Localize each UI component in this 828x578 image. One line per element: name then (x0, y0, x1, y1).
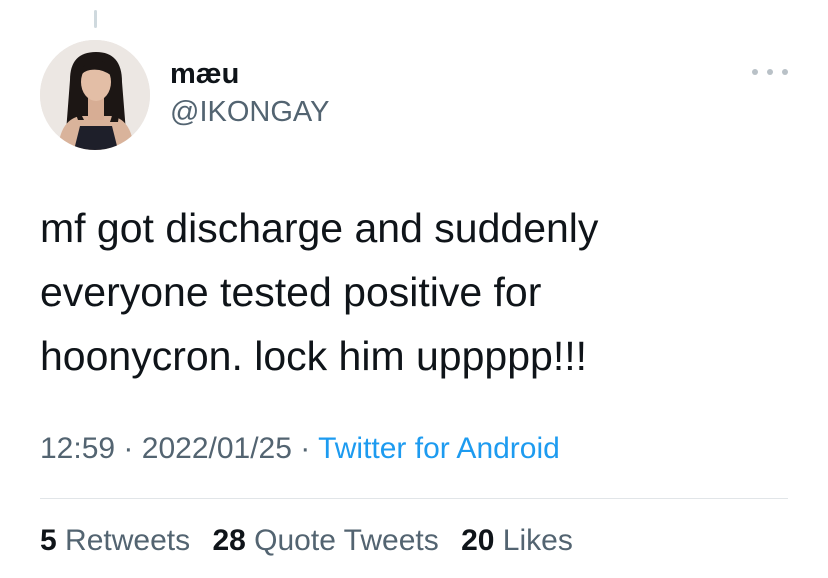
author-handle[interactable]: @IKONGAY (170, 96, 329, 129)
thread-connector-line (94, 10, 97, 28)
quote-tweets-label: Quote Tweets (254, 524, 439, 557)
tweet-text-line: hoonycron. lock him uppppp!!! (40, 333, 587, 379)
tweet-time[interactable]: 12:59 (40, 432, 115, 465)
avatar-photo (40, 40, 150, 150)
tweet-metadata: 12:59 · 2022/01/25 · Twitter for Android (40, 432, 560, 466)
likes-count: 20 (461, 524, 495, 557)
dot (752, 69, 758, 75)
dot (767, 69, 773, 75)
tweet-text-line: everyone tested positive for (40, 269, 542, 315)
tweet-source-link[interactable]: Twitter for Android (318, 432, 560, 465)
quote-tweets-stat[interactable]: 28 Quote Tweets (212, 524, 438, 557)
likes-stat[interactable]: 20 Likes (461, 524, 573, 557)
retweets-count: 5 (40, 524, 57, 557)
quote-tweets-count: 28 (212, 524, 246, 557)
retweets-stat[interactable]: 5 Retweets (40, 524, 190, 557)
meta-separator: · (300, 432, 311, 465)
tweet-text-line: mf got discharge and suddenly (40, 205, 599, 251)
retweets-label: Retweets (65, 524, 191, 557)
divider (40, 498, 788, 499)
avatar[interactable] (40, 40, 150, 150)
likes-label: Likes (502, 524, 573, 557)
tweet-date[interactable]: 2022/01/25 (142, 432, 292, 465)
tweet-text: mf got discharge and suddenly everyone t… (40, 196, 780, 388)
dot (782, 69, 788, 75)
tweet-stats: 5 Retweets 28 Quote Tweets 20 Likes (40, 524, 573, 558)
more-horizontal-icon[interactable] (752, 60, 788, 84)
author-display-name[interactable]: mæu (170, 58, 239, 91)
meta-separator: · (123, 432, 134, 465)
